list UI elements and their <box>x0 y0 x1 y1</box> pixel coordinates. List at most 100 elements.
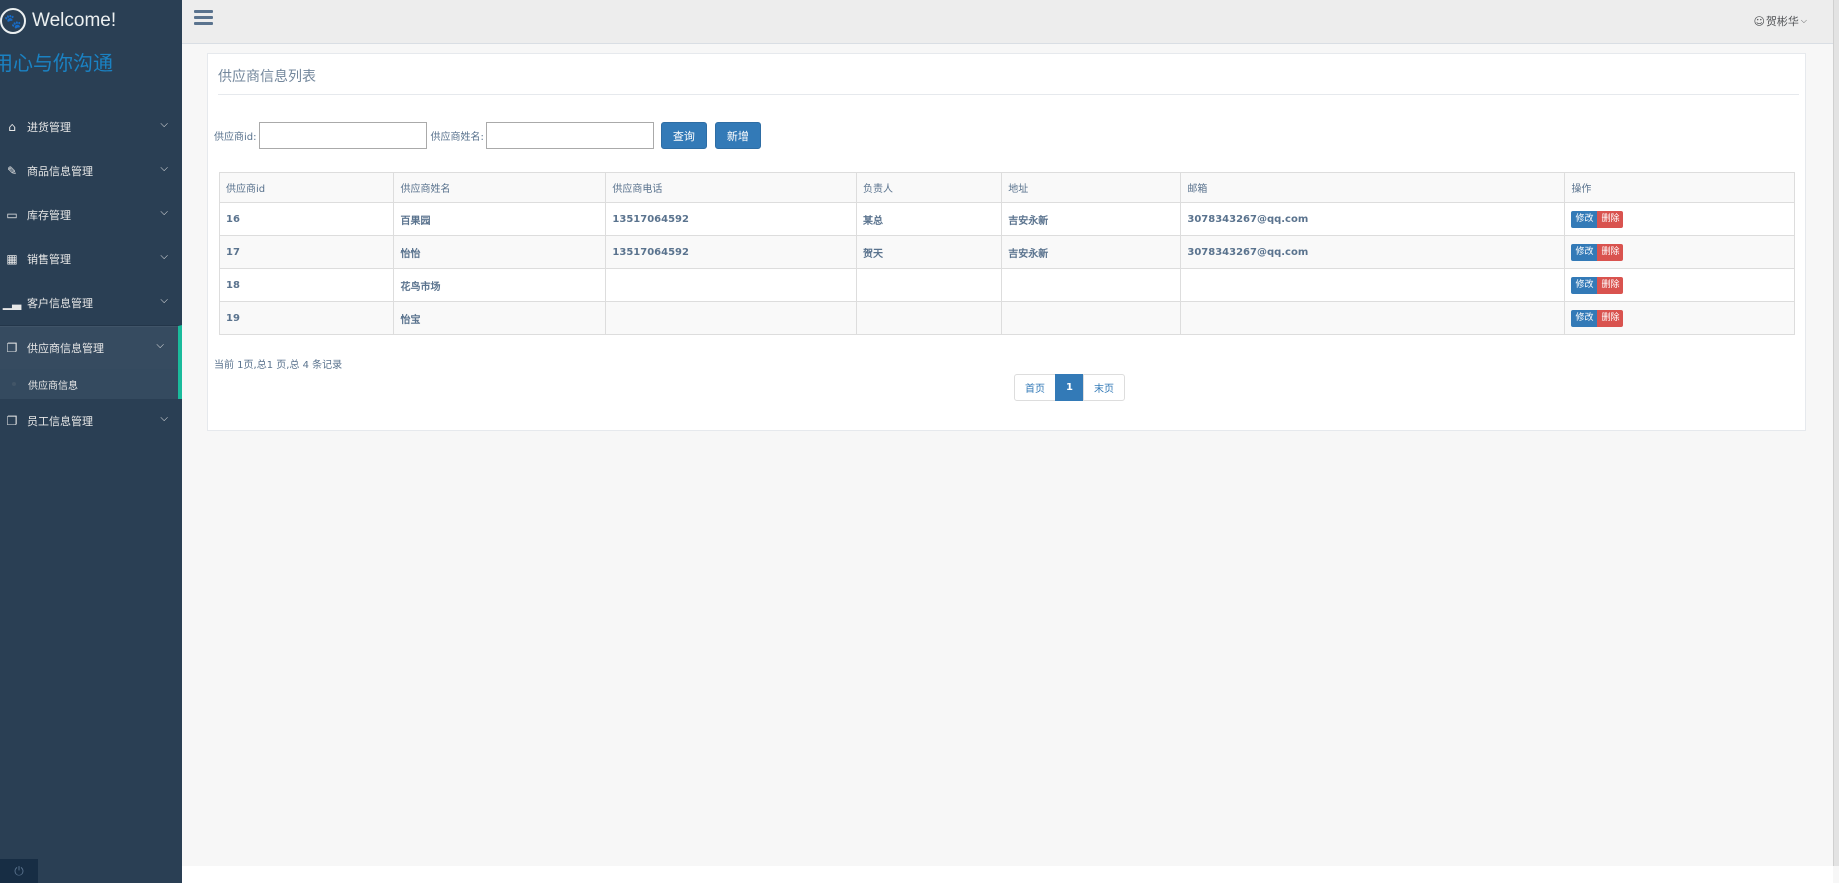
cell-id: 17 <box>218 235 395 269</box>
user-icon: ☺ <box>1753 14 1765 28</box>
cell-contact <box>855 301 1003 335</box>
cell-id: 19 <box>218 301 395 335</box>
table-icon: ▦ <box>6 252 18 266</box>
sidebar-item-goods[interactable]: ✎ 商品信息管理 ⌵ <box>0 149 182 193</box>
divider <box>218 94 1799 95</box>
supplier-table: 供应商id 供应商姓名 供应商电话 负责人 地址 邮箱 操作 16 百果园 13… <box>218 172 1795 335</box>
cell-actions: 修改 删除 <box>1564 235 1795 269</box>
table-header-row: 供应商id 供应商姓名 供应商电话 负责人 地址 邮箱 操作 <box>218 172 1795 203</box>
sidebar-item-purchase[interactable]: ⌂ 进货管理 ⌵ <box>0 105 182 149</box>
chevron-down-icon: ⌵ <box>160 295 168 306</box>
sidebar-item-inventory[interactable]: ▭ 库存管理 ⌵ <box>0 193 182 237</box>
column-header: 供应商电话 <box>605 172 857 203</box>
pagination: 首页 1 末页 <box>1014 374 1125 401</box>
top-navbar: ☺ 贺彬华 ⌵ <box>182 0 1839 44</box>
first-page-button[interactable]: 首页 <box>1014 374 1056 401</box>
sidebar-item-label: 客户信息管理 <box>27 297 93 310</box>
paw-icon: 🐾 <box>0 8 26 34</box>
supplier-id-input[interactable] <box>258 122 427 149</box>
cell-actions: 修改 删除 <box>1564 202 1795 236</box>
table-row: 18 花鸟市场 修改 删除 <box>218 268 1795 302</box>
sidebar-item-suppliers[interactable]: ❐ 供应商信息管理 ⌵ <box>0 325 182 369</box>
logout-button[interactable]: ⏻ <box>0 859 38 883</box>
edit-button[interactable]: 修改 <box>1571 210 1598 228</box>
column-header: 供应商姓名 <box>393 172 607 203</box>
chevron-down-icon: ⌵ <box>160 251 168 262</box>
delete-button[interactable]: 删除 <box>1597 309 1624 327</box>
cell-name: 怡宝 <box>393 301 607 335</box>
cell-address: 吉安永新 <box>1001 202 1182 236</box>
scrollbar[interactable] <box>1833 0 1839 866</box>
slogan: 用心与你沟通 <box>0 51 113 75</box>
column-header: 操作 <box>1564 172 1795 203</box>
add-button[interactable]: 新增 <box>714 122 761 149</box>
brand-title: Welcome! <box>32 10 117 31</box>
cell-address: 吉安永新 <box>1001 235 1182 269</box>
cell-actions: 修改 删除 <box>1564 268 1795 302</box>
delete-button[interactable]: 删除 <box>1597 243 1624 261</box>
cell-name: 花鸟市场 <box>393 268 607 302</box>
table-row: 19 怡宝 修改 删除 <box>218 301 1795 335</box>
table-row: 17 怡怡 13517064592 贺天 吉安永新 3078343267@qq.… <box>218 235 1795 269</box>
last-page-button[interactable]: 末页 <box>1082 374 1125 401</box>
chevron-down-icon: ⌵ <box>160 207 168 218</box>
brand[interactable]: 🐾 Welcome! <box>0 0 182 42</box>
column-header: 负责人 <box>855 172 1003 203</box>
cell-phone <box>605 301 857 335</box>
column-header: 供应商id <box>218 172 395 203</box>
cell-email <box>1180 301 1566 335</box>
cell-name: 百果园 <box>393 202 607 236</box>
desktop-icon: ▭ <box>6 208 18 222</box>
supplier-id-label: 供应商id: <box>214 132 257 143</box>
supplier-panel: 供应商信息列表 供应商id: 供应商姓名: 查询 新增 供应商id 供应商姓名 … <box>207 53 1806 431</box>
sidebar-item-sales[interactable]: ▦ 销售管理 ⌵ <box>0 237 182 281</box>
edit-icon: ✎ <box>6 164 18 178</box>
cell-email <box>1180 268 1566 302</box>
user-menu[interactable]: ☺ 贺彬华 ⌵ <box>1753 13 1807 29</box>
search-form: 供应商id: 供应商姓名: 查询 新增 <box>214 122 766 149</box>
sidebar-item-label: 进货管理 <box>27 121 71 134</box>
clone-icon: ❐ <box>6 340 18 355</box>
cell-id: 18 <box>218 268 395 302</box>
cell-contact: 贺天 <box>855 235 1003 269</box>
sidebar-menu: ⌂ 进货管理 ⌵ ✎ 商品信息管理 ⌵ ▭ 库存管理 ⌵ ▦ 销售管理 ⌵ ▁▃… <box>0 105 182 443</box>
sidebar-item-label: 商品信息管理 <box>27 165 93 178</box>
supplier-name-input[interactable] <box>485 122 654 149</box>
power-icon: ⏻ <box>14 863 24 878</box>
delete-button[interactable]: 删除 <box>1597 276 1624 294</box>
query-button[interactable]: 查询 <box>660 122 707 149</box>
sidebar: 🐾 Welcome! 用心与你沟通 ⌂ 进货管理 ⌵ ✎ 商品信息管理 ⌵ ▭ … <box>0 0 182 883</box>
edit-button[interactable]: 修改 <box>1571 276 1598 294</box>
cell-actions: 修改 删除 <box>1564 301 1795 335</box>
user-name: 贺彬华 <box>1765 15 1799 28</box>
edit-button[interactable]: 修改 <box>1571 243 1598 261</box>
sidebar-item-employees[interactable]: ❐ 员工信息管理 ⌵ <box>0 399 182 443</box>
chevron-down-icon: ⌵ <box>160 119 168 130</box>
supplier-name-label: 供应商姓名: <box>430 132 484 143</box>
cell-id: 16 <box>218 202 395 236</box>
cell-contact <box>855 268 1003 302</box>
cell-email: 3078343267@qq.com <box>1180 235 1566 269</box>
cell-contact: 某总 <box>855 202 1003 236</box>
delete-button[interactable]: 删除 <box>1597 210 1624 228</box>
sidebar-item-customers[interactable]: ▁▃ 客户信息管理 ⌵ <box>0 281 182 325</box>
clone-icon: ❐ <box>6 414 18 428</box>
column-header: 地址 <box>1001 172 1182 203</box>
cell-name: 怡怡 <box>393 235 607 269</box>
column-header: 邮箱 <box>1180 172 1566 203</box>
cell-phone: 13517064592 <box>605 202 857 236</box>
sidebar-item-label: 供应商信息管理 <box>27 341 104 355</box>
sidebar-item-label: 销售管理 <box>27 253 71 266</box>
bar-chart-icon: ▁▃ <box>2 296 22 310</box>
sidebar-item-label: 库存管理 <box>27 209 71 222</box>
menu-toggle-icon[interactable] <box>194 10 213 27</box>
page-title: 供应商信息列表 <box>218 69 316 85</box>
pagination-info: 当前 1页,总1 页,总 4 条记录 <box>214 360 343 371</box>
current-page-button[interactable]: 1 <box>1055 374 1084 401</box>
chevron-down-icon: ⌵ <box>160 413 168 424</box>
footer <box>182 866 1833 883</box>
table-row: 16 百果园 13517064592 某总 吉安永新 3078343267@qq… <box>218 202 1795 236</box>
submenu-item-supplier-info[interactable]: 供应商信息 <box>0 369 178 399</box>
edit-button[interactable]: 修改 <box>1571 309 1598 327</box>
cell-phone <box>605 268 857 302</box>
